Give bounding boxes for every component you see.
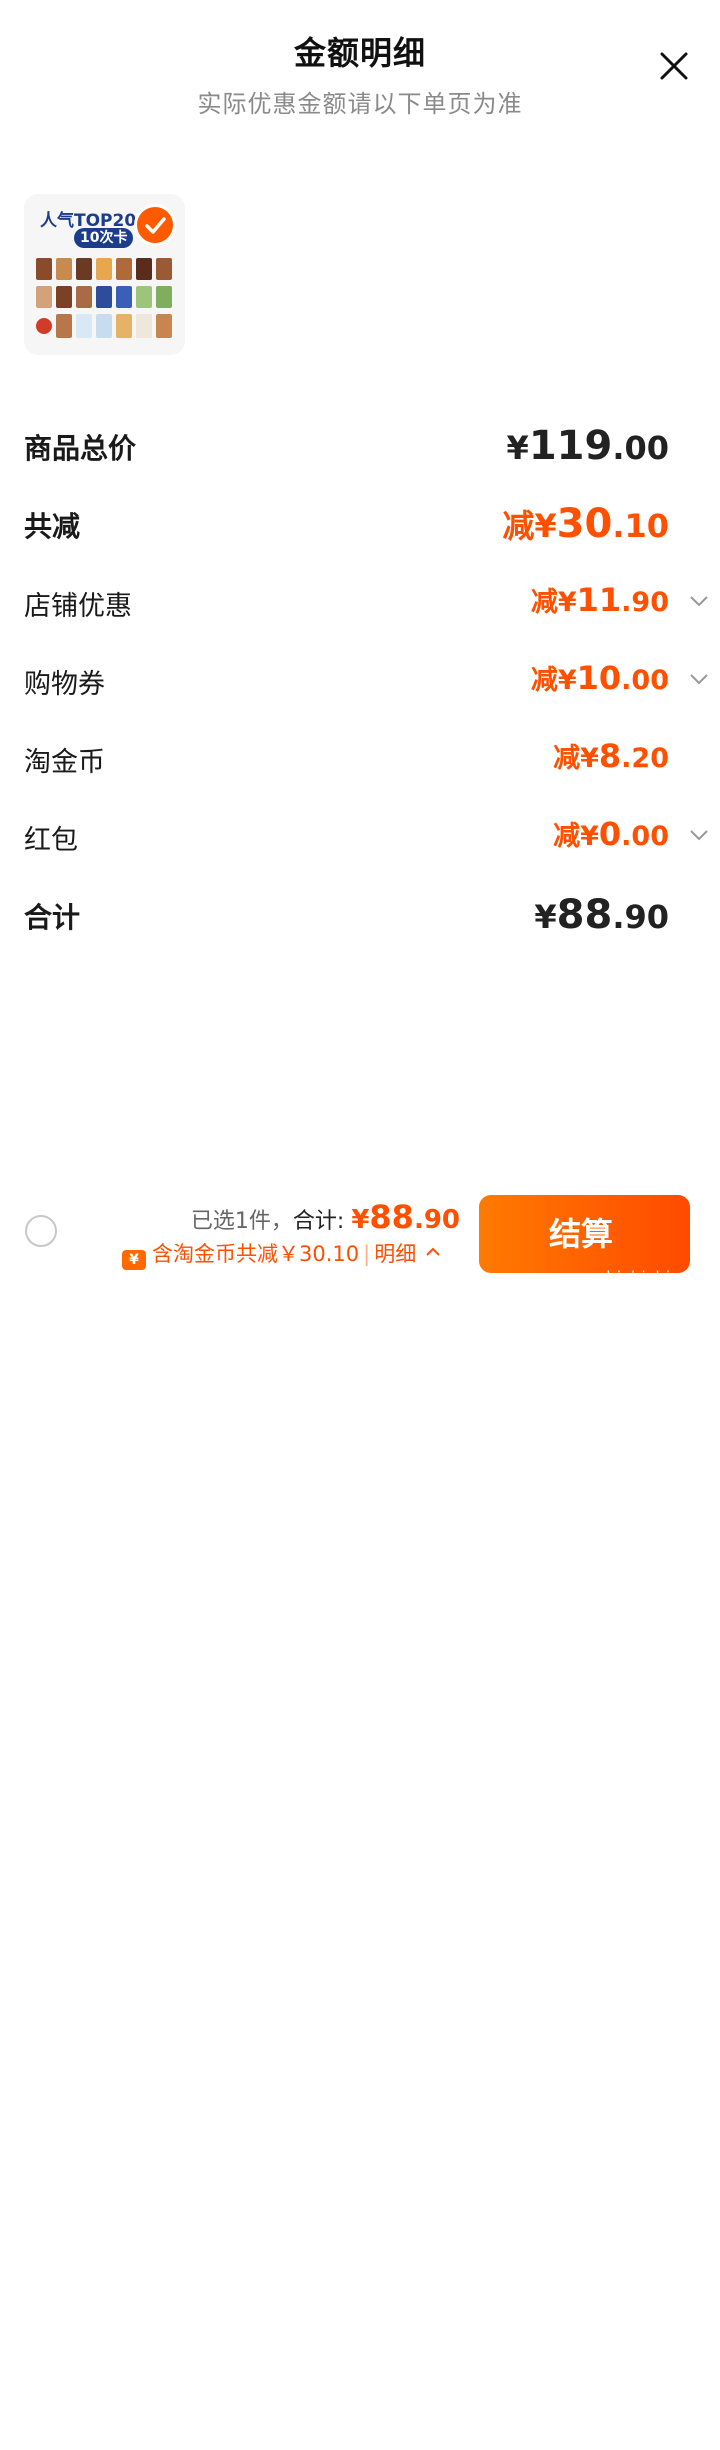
row-label: 店铺优惠 [24,591,132,622]
row-amount: 减¥8.20 [553,737,669,775]
row-label: 合计 [24,901,81,934]
row-label: 淘金币 [24,747,105,778]
row-total-discount: 共减 减¥30.10 [24,493,696,553]
row-label: 红包 [24,825,78,856]
row-label: 商品总价 [24,432,137,465]
chevron-down-icon[interactable] [688,590,710,612]
row-label: 购物券 [24,669,105,700]
selected-count: 已选1件， [190,1209,293,1234]
row-amount: ¥119.00 [506,423,669,469]
chevron-down-icon[interactable] [688,824,710,846]
detail-link[interactable]: 明细 [374,1242,416,1266]
saving-detail[interactable]: ¥ 含淘金币共减￥30.10 | 明细 [122,1238,441,1270]
row-red-packet[interactable]: 红包 减¥0.00 [24,806,708,866]
checkout-summary: 已选1件，合计: ¥88.90 [191,1198,460,1236]
row-amount: ¥88.90 [534,892,669,938]
watermark-logo: 值值值 [590,2402,706,2448]
row-grand-total: 合计 ¥88.90 [24,884,696,944]
header: 金额明细 实际优惠金额请以下单页为准 [0,0,720,130]
row-amount: 减¥0.00 [553,815,669,853]
chevron-down-icon[interactable] [688,668,710,690]
row-amount: 减¥11.90 [530,581,669,619]
watermark-text: zhizhizhi.com [597,1268,712,1286]
separator: | [363,1242,371,1266]
selected-check-icon[interactable] [134,204,176,246]
row-shop-discount[interactable]: 店铺优惠 减¥11.90 [24,572,708,632]
page-subtitle: 实际优惠金额请以下单页为准 [197,90,523,118]
saving-text: 含淘金币共减￥30.10 [152,1242,360,1266]
close-icon[interactable] [658,50,690,82]
product-pill-text: 10次卡 [74,228,134,248]
checkout-bar: 已选1件，合计: ¥88.90 ¥ 含淘金币共减￥30.10 | 明细 结算 值值值 … [0,1180,720,2448]
chevron-up-icon[interactable] [425,1244,441,1260]
row-taojinbi: 淘金币 减¥8.20 [24,728,696,788]
total-amount: ¥88.90 [351,1198,460,1236]
checkout-button[interactable]: 结算 [479,1195,690,1273]
coin-icon: ¥ [122,1250,146,1270]
row-coupon[interactable]: 购物券 减¥10.00 [24,650,708,710]
row-product-total: 商品总价 ¥119.00 [24,415,696,475]
page-title: 金额明细 [293,34,426,72]
coffee-cups-image [36,258,172,338]
total-label: 合计: [292,1209,345,1234]
row-amount: 减¥30.10 [502,501,669,547]
row-amount: 减¥10.00 [530,659,669,697]
select-all-radio[interactable] [25,1215,57,1247]
row-label: 共减 [24,510,81,543]
